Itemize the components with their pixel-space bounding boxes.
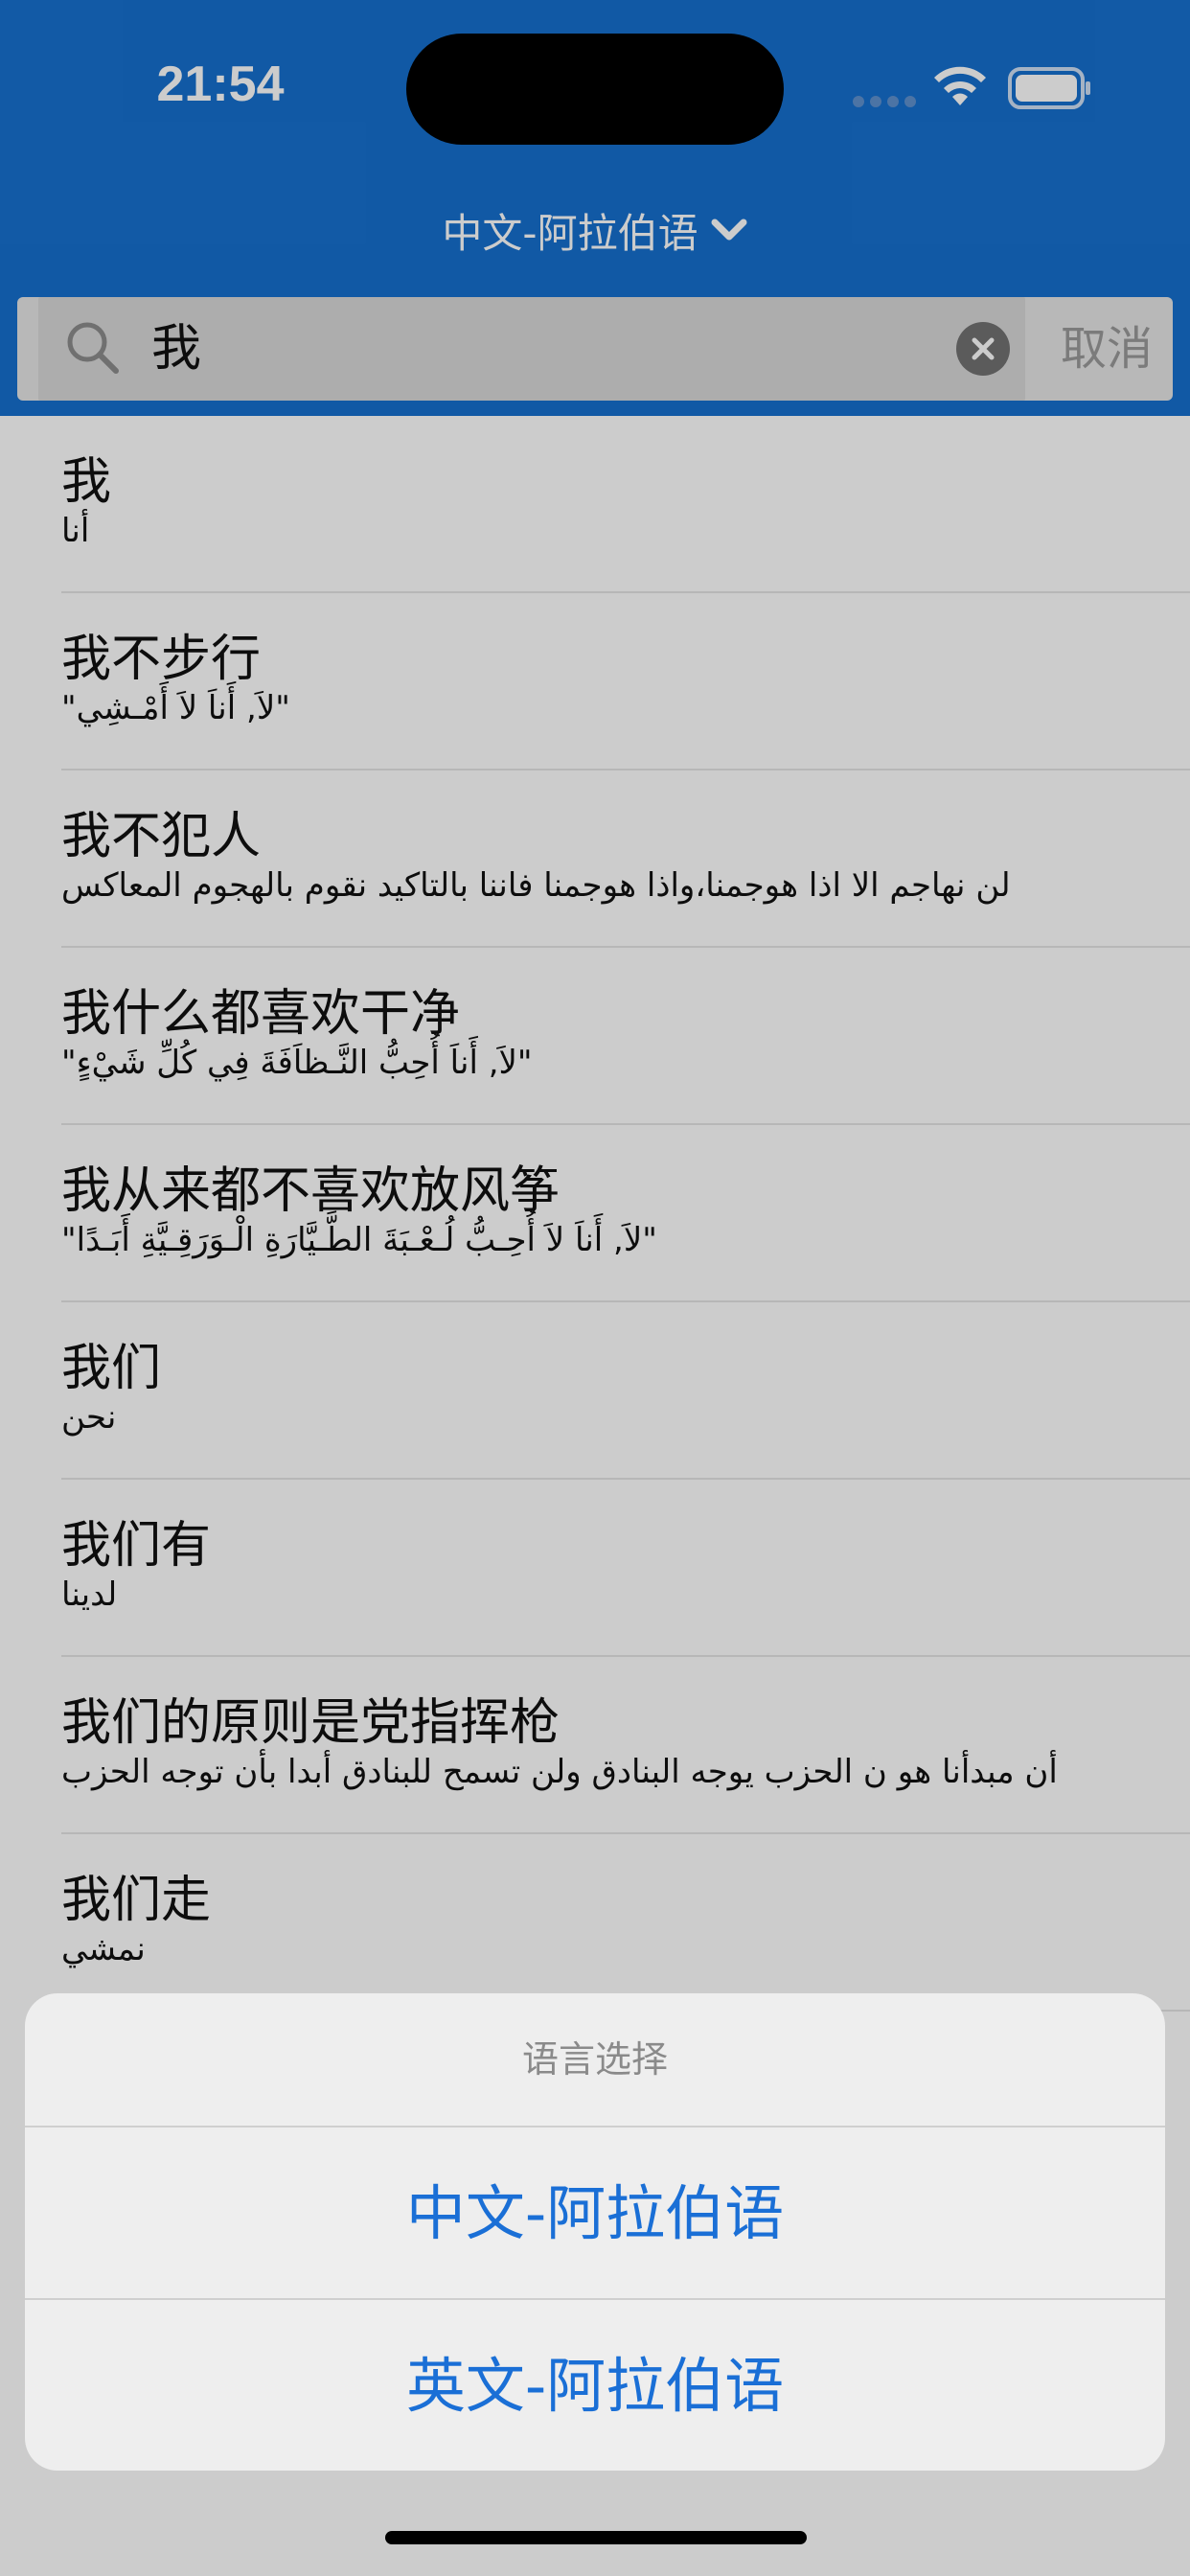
home-indicator[interactable] [385,2531,807,2544]
option-en-ar[interactable]: 英文-阿拉伯语 [25,2298,1165,2471]
action-sheet: 语言选择 中文-阿拉伯语 英文-阿拉伯语 [25,1993,1165,2471]
action-sheet-title: 语言选择 [521,2038,668,2081]
option-zh-ar[interactable]: 中文-阿拉伯语 [25,2126,1165,2300]
